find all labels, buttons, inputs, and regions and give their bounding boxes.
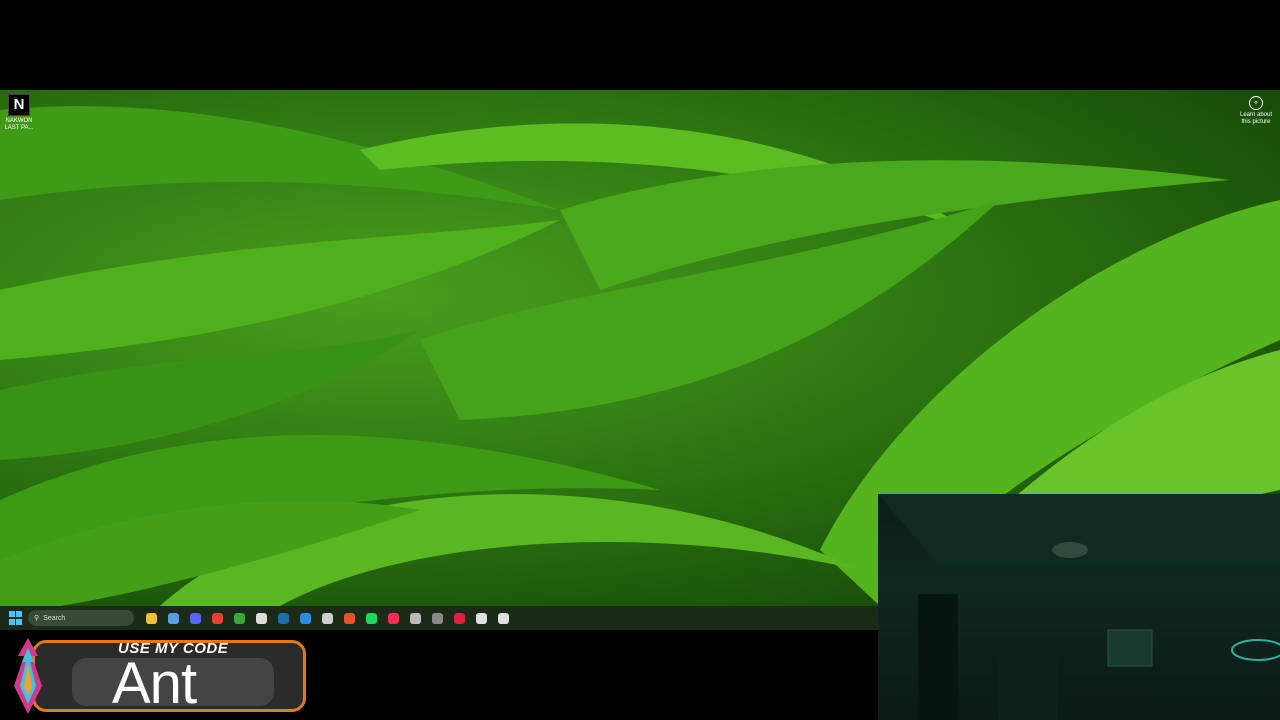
photos-icon[interactable] [165, 610, 182, 627]
learn-about-picture[interactable]: ⚬ Learn about this picture [1238, 96, 1274, 126]
promo-banner: USE MY CODE Ant [0, 630, 320, 720]
search-placeholder: Search [43, 614, 66, 622]
taskbar-search[interactable]: ⚲ Search [28, 610, 134, 626]
discord-icon[interactable] [187, 610, 204, 627]
top-letterbox [0, 0, 1280, 90]
nakwon-app-icon: N [8, 94, 30, 116]
chrome-icon[interactable] [209, 610, 226, 627]
desktop-shortcut-nakwon[interactable]: N NAKWON LAST PA... [4, 94, 34, 132]
search-icon: ⚲ [34, 615, 40, 622]
tiktok-icon[interactable] [385, 610, 402, 627]
epic-games-icon[interactable] [253, 610, 270, 627]
promo-code: Ant [112, 651, 197, 716]
steam-icon[interactable] [275, 610, 292, 627]
obs-icon[interactable] [319, 610, 336, 627]
settings-icon[interactable] [473, 610, 490, 627]
camera-icon: ⚬ [1249, 96, 1263, 110]
battle-net-icon[interactable] [297, 610, 314, 627]
app-red-badge-icon[interactable] [407, 610, 424, 627]
xbox-icon[interactable] [231, 610, 248, 627]
brave-icon[interactable] [341, 610, 358, 627]
learn-about-picture-label: Learn about this picture [1239, 112, 1273, 125]
app-gear-icon[interactable] [495, 610, 512, 627]
desktop-shortcut-label: NAKWON LAST PA... [4, 118, 34, 131]
taskbar: ⚲ Search [0, 606, 878, 630]
spotify-icon[interactable] [363, 610, 380, 627]
taskbar-apps [143, 610, 512, 627]
file-explorer-icon[interactable] [143, 610, 160, 627]
app-pill-icon[interactable] [429, 610, 446, 627]
mascot-logo-icon [14, 638, 42, 714]
app-red-circle-icon[interactable] [451, 610, 468, 627]
webcam-overlay [878, 494, 1280, 720]
windows-start-icon[interactable] [9, 611, 23, 625]
